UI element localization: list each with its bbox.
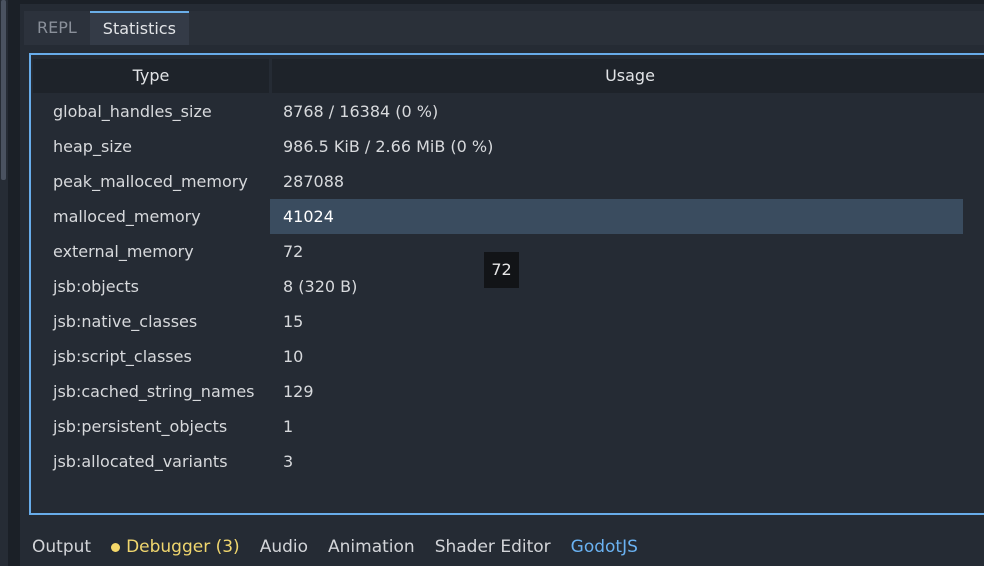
row-type: jsb:allocated_variants <box>53 452 228 471</box>
row-usage: 15 <box>283 312 304 331</box>
row-type: external_memory <box>53 242 194 261</box>
row-usage: 8 (320 B) <box>283 277 358 296</box>
table-row[interactable]: jsb:native_classes 15 <box>31 304 984 339</box>
table-row[interactable]: jsb:allocated_variants 3 <box>31 444 984 479</box>
row-type: malloced_memory <box>53 207 201 226</box>
value-tooltip: 72 <box>484 252 519 288</box>
left-scrollbar[interactable] <box>1 0 6 180</box>
bottom-panel-tabs: Output Debugger (3) Audio Animation Shad… <box>20 528 984 566</box>
row-type: jsb:cached_string_names <box>53 382 255 401</box>
warning-dot-icon <box>111 542 121 552</box>
bottom-tab-debugger[interactable]: Debugger (3) <box>111 537 240 557</box>
column-header-usage[interactable]: Usage <box>272 59 984 93</box>
table-row[interactable]: peak_malloced_memory 287088 <box>31 164 984 199</box>
bottom-tab-shader-editor[interactable]: Shader Editor <box>435 537 551 557</box>
tab-statistics[interactable]: Statistics <box>89 11 189 45</box>
bottom-tab-debugger-label: Debugger (3) <box>126 537 240 557</box>
selection-highlight <box>270 199 963 234</box>
row-usage: 10 <box>283 347 304 366</box>
row-type: global_handles_size <box>53 102 212 121</box>
table-row[interactable]: jsb:cached_string_names 129 <box>31 374 984 409</box>
table-row[interactable]: jsb:script_classes 10 <box>31 339 984 374</box>
row-usage: 986.5 KiB / 2.66 MiB (0 %) <box>283 137 494 156</box>
table-row[interactable]: global_handles_size 8768 / 16384 (0 %) <box>31 94 984 129</box>
bottom-tab-animation[interactable]: Animation <box>328 537 415 557</box>
row-usage: 3 <box>283 452 294 471</box>
row-type: jsb:script_classes <box>53 347 192 366</box>
debugger-tab-bar: REPL Statistics <box>24 11 189 45</box>
table-row-selected[interactable]: malloced_memory 41024 <box>31 199 984 234</box>
row-type: jsb:persistent_objects <box>53 417 228 436</box>
row-usage: 8768 / 16384 (0 %) <box>283 102 439 121</box>
row-type: heap_size <box>53 137 132 156</box>
row-type: jsb:native_classes <box>53 312 198 331</box>
row-type: jsb:objects <box>53 277 139 296</box>
row-usage: 72 <box>283 242 304 261</box>
tab-strip-background <box>189 11 984 45</box>
left-panel-edge <box>8 0 20 566</box>
row-usage: 287088 <box>283 172 345 191</box>
column-header-type[interactable]: Type <box>33 59 269 93</box>
table-row[interactable]: heap_size 986.5 KiB / 2.66 MiB (0 %) <box>31 129 984 164</box>
table-row[interactable]: jsb:persistent_objects 1 <box>31 409 984 444</box>
row-usage: 129 <box>283 382 314 401</box>
row-type: peak_malloced_memory <box>53 172 248 191</box>
bottom-tab-audio[interactable]: Audio <box>260 537 308 557</box>
row-usage: 41024 <box>283 207 334 226</box>
bottom-tab-godotjs[interactable]: GodotJS <box>571 537 638 557</box>
tab-repl[interactable]: REPL <box>24 11 90 45</box>
left-panel-strip <box>0 0 8 566</box>
table-header: Type Usage <box>33 59 984 93</box>
bottom-tab-output[interactable]: Output <box>32 537 91 557</box>
row-usage: 1 <box>283 417 294 436</box>
